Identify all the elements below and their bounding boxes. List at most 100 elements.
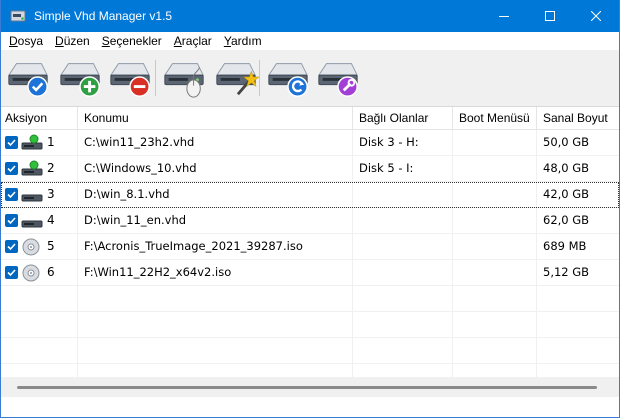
size-cell: 62,0 GB (543, 213, 590, 227)
size-cell: 5,12 GB (543, 265, 590, 279)
drive-icon (21, 194, 43, 201)
size-cell: 689 MB (543, 239, 587, 253)
horizontal-scrollbar[interactable] (1, 377, 619, 397)
menu-item-0[interactable]: Dosya (3, 32, 49, 50)
drive-refresh-button[interactable] (265, 54, 311, 100)
table-row[interactable]: 3 D:\win_8.1.vhd 42,0 GB (1, 182, 619, 208)
drive-add-button[interactable] (57, 54, 103, 100)
column-header-1[interactable]: Konumu (78, 107, 353, 129)
action-cell: 6 (1, 260, 78, 285)
close-icon (591, 11, 601, 21)
disc-icon (22, 238, 40, 255)
row-checkbox[interactable] (5, 266, 18, 279)
mounted-cell: Disk 3 - H: (353, 130, 453, 155)
drive-check-button[interactable] (5, 54, 51, 100)
size-cell: 50,0 GB (543, 135, 590, 149)
menu-label: üzen (63, 34, 90, 48)
mounted-cell (353, 234, 453, 259)
row-checkbox[interactable] (5, 188, 18, 201)
menu-label: ardım (230, 34, 262, 48)
checkmark-icon (7, 243, 16, 251)
boot-cell (453, 260, 537, 285)
menu-item-4[interactable]: Yardım (218, 32, 268, 50)
checkmark-icon (7, 165, 16, 173)
drive-check-icon (7, 63, 48, 97)
menu-label: eçenekler (109, 34, 162, 48)
app-icon (10, 10, 26, 22)
mounted-cell (353, 260, 453, 285)
mounted-cell: Disk 5 - I: (353, 156, 453, 181)
size-cell: 42,0 GB (543, 187, 590, 201)
maximize-button[interactable] (527, 0, 573, 32)
action-cell: 4 (1, 208, 78, 233)
title-bar[interactable]: Simple Vhd Manager v1.5 (1, 0, 619, 32)
table-row[interactable]: 6 F:\Win11_22H2_x64v2.iso 5,12 GB (1, 260, 619, 286)
row-checkbox[interactable] (5, 136, 18, 149)
row-checkbox[interactable] (5, 214, 18, 227)
drive-remove-icon (109, 63, 150, 97)
empty-cell (453, 312, 537, 337)
row-checkbox[interactable] (5, 162, 18, 175)
menu-mnemonic: Y (223, 34, 231, 48)
table-row[interactable]: 5 F:\Acronis_TrueImage_2021_39287.iso 689 … (1, 234, 619, 260)
mounted-cell (353, 208, 453, 233)
checkmark-icon (7, 139, 16, 147)
empty-cell (353, 338, 453, 363)
table-row[interactable]: 1 C:\win11_23h2.vhd Disk 3 - H: 50,0 GB (1, 130, 619, 156)
path-cell: D:\win_8.1.vhd (78, 182, 353, 207)
minimize-button[interactable] (481, 0, 527, 32)
action-cell: 2 (1, 156, 78, 181)
column-header-3[interactable]: Boot Menüsü (453, 107, 537, 129)
menu-mnemonic: A (173, 34, 182, 48)
drive-refresh-icon (267, 63, 308, 97)
toolbar-separator (155, 60, 156, 96)
action-cell: 3 (1, 182, 78, 207)
mounted-drive-icon (21, 134, 43, 149)
row-checkbox[interactable] (5, 240, 18, 253)
empty-cell (1, 286, 78, 311)
path-cell: C:\Windows_10.vhd (78, 156, 353, 181)
window-title: Simple Vhd Manager v1.5 (34, 9, 173, 23)
checkmark-icon (7, 191, 16, 199)
list-header: Aksiyon Konumu Bağlı Olanlar Boot Menüsü San… (1, 107, 619, 130)
table-row[interactable]: 2 C:\Windows_10.vhd Disk 5 - I: 48,0 GB (1, 156, 619, 182)
menu-bar: Dosya Düzen Seçenekler Araçlar Yardım (1, 32, 619, 50)
empty-cell (353, 286, 453, 311)
checkmark-icon (7, 269, 16, 277)
menu-label: osya (17, 34, 44, 48)
menu-item-3[interactable]: Araçlar (168, 32, 218, 50)
column-header-0[interactable]: Aksiyon (1, 107, 78, 129)
path-cell: F:\Win11_22H2_x64v2.iso (78, 260, 353, 285)
path-cell: C:\win11_23h2.vhd (78, 130, 353, 155)
mounted-drive-icon (21, 160, 43, 175)
boot-cell (453, 156, 537, 181)
empty-cell (353, 312, 453, 337)
empty-cell (453, 286, 537, 311)
boot-cell (453, 130, 537, 155)
row-number: 1 (47, 135, 55, 149)
column-header-4[interactable]: Sanal Boyut (537, 107, 619, 129)
drive-mouse-button[interactable] (161, 54, 207, 100)
checkmark-icon (7, 217, 16, 225)
drive-wand-button[interactable] (213, 54, 260, 100)
row-number: 3 (47, 187, 55, 201)
toolbar-separator (259, 60, 260, 96)
drive-mouse-icon (163, 63, 204, 98)
drive-wand-icon (215, 63, 260, 96)
path-cell: D:\win_11_en.vhd (78, 208, 353, 233)
table-row[interactable]: 4 D:\win_11_en.vhd 62,0 GB (1, 208, 619, 234)
boot-cell (453, 234, 537, 259)
menu-item-1[interactable]: Düzen (49, 32, 96, 50)
boot-cell (453, 182, 537, 207)
menu-item-2[interactable]: Seçenekler (96, 32, 168, 50)
drive-tools-button[interactable] (315, 54, 361, 100)
size-cell: 48,0 GB (543, 161, 590, 175)
empty-row (1, 338, 619, 364)
drive-remove-button[interactable] (107, 54, 153, 100)
vhd-list[interactable]: Aksiyon Konumu Bağlı Olanlar Boot Menüsü San… (1, 107, 619, 397)
close-button[interactable] (573, 0, 619, 32)
empty-cell (537, 286, 619, 311)
empty-cell (453, 338, 537, 363)
column-header-2[interactable]: Bağlı Olanlar (353, 107, 453, 129)
scrollbar-thumb[interactable] (17, 386, 597, 389)
